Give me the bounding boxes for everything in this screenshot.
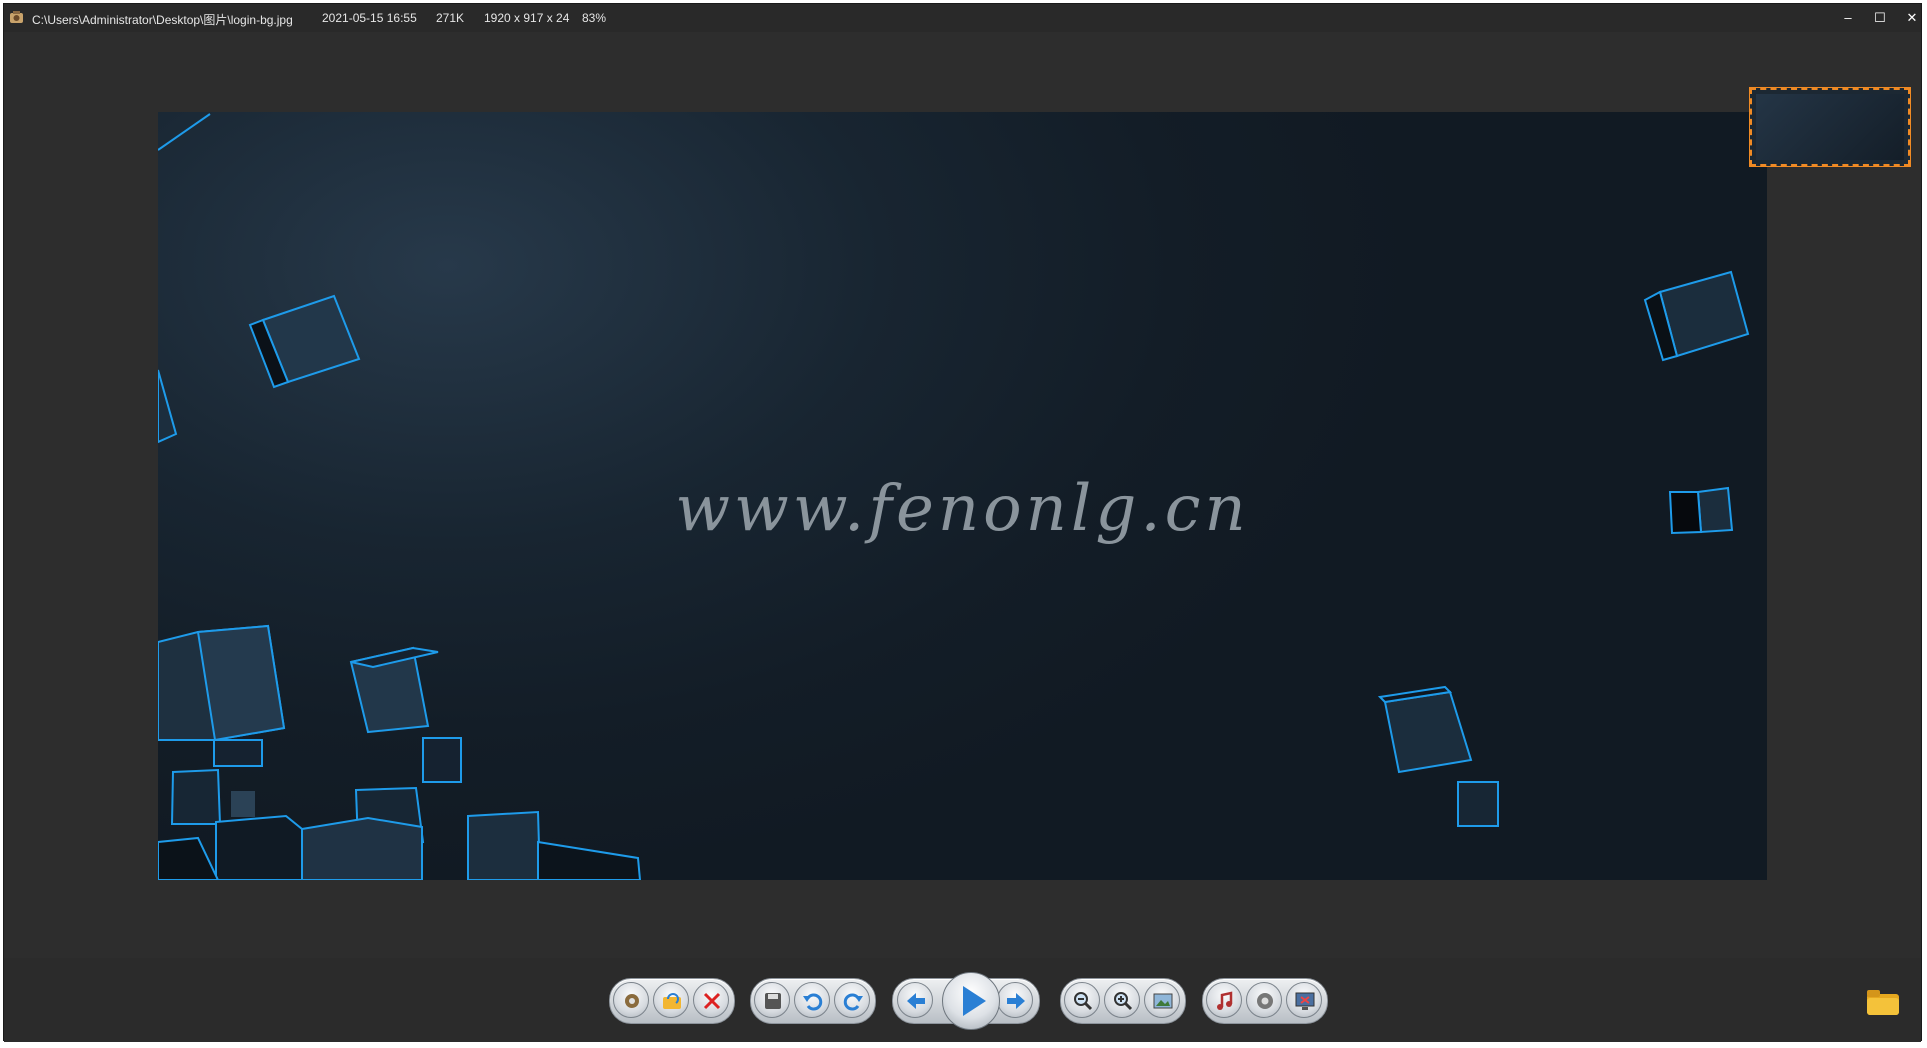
music-button[interactable]: [1206, 982, 1242, 1018]
toolbar-group-zoom: [1060, 978, 1186, 1024]
app-icon: [10, 11, 23, 23]
delete-button[interactable]: [693, 982, 729, 1018]
zoom-in-icon: [1114, 992, 1133, 1011]
options-button[interactable]: [1246, 982, 1282, 1018]
save-icon: [765, 993, 781, 1009]
settings-button[interactable]: [613, 982, 649, 1018]
image-canvas[interactable]: www.fenonlg.cn: [4, 32, 1921, 958]
music-icon: [1217, 991, 1233, 1010]
close-button[interactable]: ✕: [1900, 8, 1924, 28]
delete-icon: [703, 992, 721, 1010]
toolbar-group-options: [1202, 978, 1328, 1024]
rotate-right-button[interactable]: [834, 982, 870, 1018]
gear-icon: [1257, 993, 1273, 1009]
next-icon: [1007, 993, 1025, 1009]
maximize-button[interactable]: ☐: [1868, 8, 1892, 28]
next-button[interactable]: [997, 982, 1033, 1018]
image-dimensions: 1920 x 917 x 24: [484, 11, 570, 25]
open-button[interactable]: [653, 982, 689, 1018]
toolbar-group-edit: [750, 978, 876, 1024]
thumbnail-preview: [1756, 94, 1904, 160]
title-bar: C:\Users\Administrator\Desktop\图片\login-…: [4, 4, 1921, 32]
navigator-thumbnail[interactable]: [1749, 87, 1911, 167]
save-button[interactable]: [754, 982, 790, 1018]
browse-folder-button[interactable]: [1866, 988, 1900, 1016]
slideshow-play-button[interactable]: [942, 972, 1000, 1030]
zoom-out-icon: [1074, 992, 1093, 1011]
folder-icon: [1867, 990, 1899, 1015]
file-path: C:\Users\Administrator\Desktop\图片\login-…: [32, 13, 293, 27]
rotate-left-button[interactable]: [794, 982, 830, 1018]
fullscreen-button[interactable]: [1286, 982, 1322, 1018]
fit-image-icon: [1153, 993, 1173, 1009]
file-size: 271K: [436, 11, 465, 25]
previous-button[interactable]: [897, 982, 933, 1018]
file-date: 2021-05-15 16:55: [322, 11, 417, 25]
image-viewer-window: C:\Users\Administrator\Desktop\图片\login-…: [3, 3, 1922, 1042]
zoom-out-button[interactable]: [1064, 982, 1100, 1018]
rotate-left-icon: [803, 993, 823, 1011]
watermark-text: www.fenonlg.cn: [675, 472, 1250, 546]
fullscreen-icon: [1295, 992, 1315, 1010]
open-folder-icon: [663, 993, 681, 1009]
play-icon: [963, 986, 986, 1016]
fit-image-button[interactable]: [1144, 982, 1180, 1018]
bottom-toolbar: [4, 958, 1921, 1042]
toolbar-group-file: [609, 978, 735, 1024]
zoom-in-button[interactable]: [1104, 982, 1140, 1018]
settings-icon: [625, 994, 639, 1008]
minimize-button[interactable]: –: [1836, 8, 1860, 28]
previous-icon: [907, 993, 925, 1009]
zoom-level: 83%: [582, 11, 607, 25]
rotate-right-icon: [843, 993, 863, 1011]
displayed-image[interactable]: www.fenonlg.cn: [158, 112, 1767, 880]
